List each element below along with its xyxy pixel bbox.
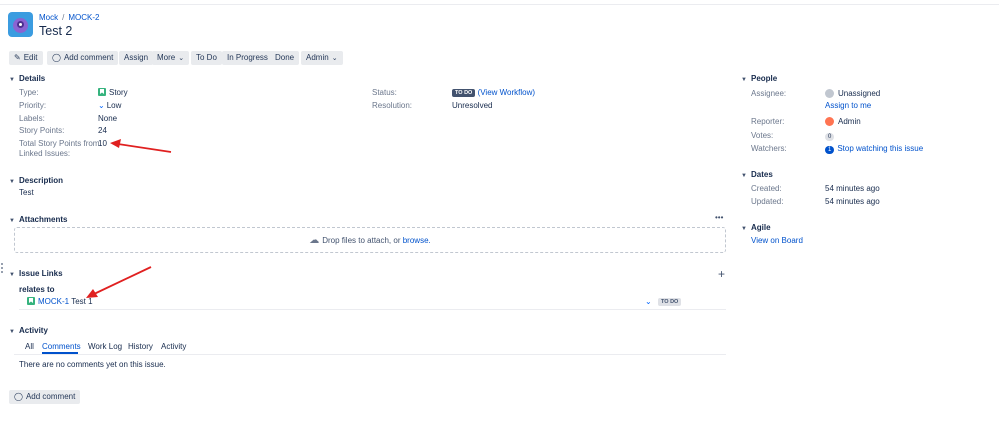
assignee-label: Assignee: (751, 89, 787, 98)
unassigned-avatar-icon (825, 89, 834, 98)
chevron-down-icon: ⌄ (178, 55, 185, 62)
add-link-icon[interactable]: + (718, 267, 725, 281)
annotation-arrow-story-points (110, 139, 172, 153)
tab-all[interactable]: All (25, 342, 34, 351)
priority-value: ⌄ Low (98, 101, 122, 110)
watchers-count-badge[interactable]: 1 (825, 146, 835, 154)
collapse-toggle-icon: ▼ (9, 272, 15, 278)
linked-issue-key[interactable]: MOCK-1 (38, 297, 69, 306)
to-do-button[interactable]: To Do (191, 51, 222, 65)
tab-comments[interactable]: Comments (42, 342, 81, 351)
story-points-label: Story Points: (19, 126, 65, 135)
story-points-value: 24 (98, 126, 107, 135)
collapse-toggle-icon: ▼ (9, 218, 15, 224)
comment-icon: ◯ (52, 53, 61, 62)
agile-heading[interactable]: ▼ Agile (741, 223, 771, 232)
admin-button[interactable]: Admin ⌄ (301, 51, 343, 65)
tab-activity[interactable]: Activity (161, 342, 186, 351)
reporter-label: Reporter: (751, 117, 785, 126)
votes-value[interactable]: 0 (825, 131, 837, 141)
dates-heading[interactable]: ▼ Dates (741, 170, 773, 179)
status-lozenge: TO DO (452, 89, 476, 97)
priority-low-icon: ⌄ (645, 297, 652, 306)
assign-to-me-link[interactable]: Assign to me (825, 101, 871, 110)
link-relation-label: relates to (19, 285, 55, 294)
page-title: Test 2 (39, 24, 73, 38)
story-icon (98, 88, 106, 96)
linked-issue-summary: Test 1 (71, 297, 93, 306)
collapse-toggle-icon: ▼ (9, 77, 15, 83)
tab-work-log[interactable]: Work Log (88, 342, 122, 351)
tabs-divider (14, 354, 726, 355)
story-icon (27, 297, 35, 305)
collapse-toggle-icon: ▼ (741, 173, 747, 179)
attachments-heading[interactable]: ▼ Attachments (9, 215, 67, 224)
stop-watching-link[interactable]: Stop watching this issue (837, 144, 923, 153)
resolution-label: Resolution: (372, 101, 413, 110)
resolution-value: Unresolved (452, 101, 493, 110)
details-heading[interactable]: ▼ Details (9, 74, 45, 83)
labels-value: None (98, 114, 118, 123)
linked-issue-row[interactable]: MOCK-1 Test 1 (27, 297, 93, 306)
people-heading[interactable]: ▼ People (741, 74, 777, 83)
total-points-label-line1: Total Story Points from (19, 139, 100, 148)
collapse-toggle-icon: ▼ (741, 226, 747, 232)
pencil-icon: ✎ (14, 53, 21, 62)
in-progress-button[interactable]: In Progress (222, 51, 273, 65)
no-comments-text: There are no comments yet on this issue. (19, 360, 166, 369)
collapse-toggle-icon: ▼ (9, 179, 15, 185)
assign-button[interactable]: Assign (119, 51, 154, 65)
top-border (0, 4, 999, 5)
add-comment-button[interactable]: ◯ Add comment (47, 51, 119, 65)
issue-links-heading[interactable]: ▼ Issue Links (9, 269, 63, 278)
breadcrumb-project-link[interactable]: Mock (39, 13, 58, 22)
cloud-upload-icon: ☁ (309, 235, 320, 246)
edit-button[interactable]: ✎ Edit (9, 51, 43, 65)
collapse-toggle-icon: ▼ (9, 329, 15, 335)
breadcrumb-issue-link[interactable]: MOCK-2 (68, 13, 99, 22)
watchers-value: 1 Stop watching this issue (825, 144, 923, 154)
attachments-menu-icon[interactable]: ••• (715, 213, 723, 222)
labels-label: Labels: (19, 114, 45, 123)
type-label: Type: (19, 88, 39, 97)
collapse-toggle-icon: ▼ (741, 77, 747, 83)
comment-icon: ◯ (14, 392, 23, 401)
updated-label: Updated: (751, 197, 784, 206)
votes-label: Votes: (751, 131, 774, 140)
type-value: Story (98, 88, 128, 97)
total-points-value: 10 (98, 139, 107, 148)
description-text[interactable]: Test (19, 188, 34, 197)
total-points-label-line2: Linked Issues: (19, 149, 71, 158)
linked-issue-status: TO DO (658, 297, 682, 306)
assignee-value[interactable]: Unassigned (825, 89, 880, 98)
reporter-avatar-icon (825, 117, 834, 126)
view-workflow-link[interactable]: (View Workflow) (478, 88, 536, 97)
browse-link[interactable]: browse. (403, 236, 431, 245)
annotation-arrow-linked-issue (86, 266, 152, 298)
more-button[interactable]: More ⌄ (152, 51, 190, 65)
breadcrumb: Mock / MOCK-2 (39, 13, 100, 22)
description-heading[interactable]: ▼ Description (9, 176, 63, 185)
created-label: Created: (751, 184, 782, 193)
status-label: Status: (372, 88, 397, 97)
attachment-dropzone[interactable]: ☁ Drop files to attach, or browse. (14, 227, 726, 253)
add-comment-bottom-button[interactable]: ◯ Add comment (9, 390, 81, 404)
done-button[interactable]: Done (270, 51, 300, 65)
activity-heading[interactable]: ▼ Activity (9, 326, 48, 335)
chevron-down-icon: ⌄ (331, 55, 338, 62)
updated-value: 54 minutes ago (825, 197, 880, 206)
view-on-board-link[interactable]: View on Board (751, 236, 803, 245)
watchers-label: Watchers: (751, 144, 787, 153)
reporter-value[interactable]: Admin (825, 117, 861, 126)
created-value: 54 minutes ago (825, 184, 880, 193)
tab-history[interactable]: History (128, 342, 153, 351)
link-row-divider (19, 309, 726, 310)
priority-low-icon: ⌄ (98, 101, 105, 110)
project-avatar[interactable] (8, 12, 33, 37)
drag-handle-icon[interactable] (1, 263, 3, 273)
priority-label: Priority: (19, 101, 47, 110)
status-value: TO DO (View Workflow) (452, 88, 535, 97)
